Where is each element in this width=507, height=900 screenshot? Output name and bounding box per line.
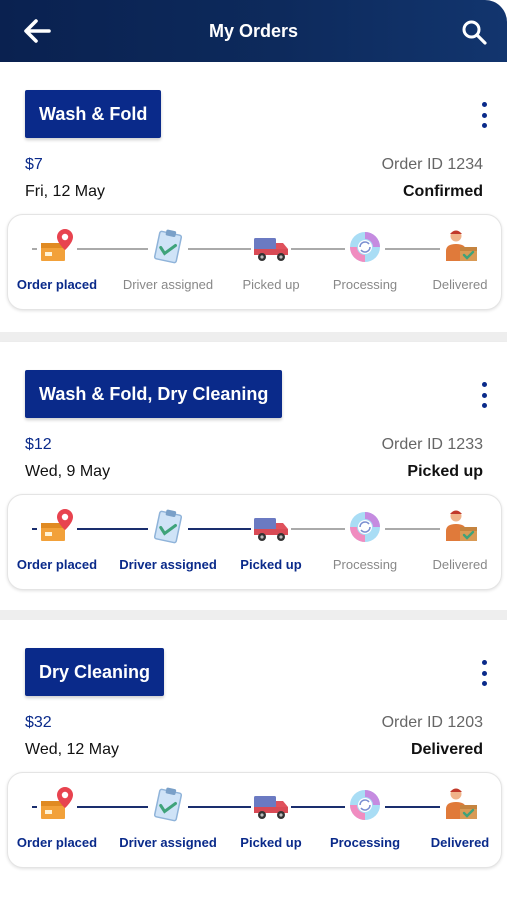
progress-step-label: Order placed bbox=[16, 557, 98, 572]
orders-screen: My Orders Wash & Fold $7 Order ID 1234 F… bbox=[0, 0, 507, 900]
progress-step: Processing bbox=[310, 507, 420, 572]
washing-cycle-icon bbox=[345, 785, 385, 825]
order-date: Wed, 9 May bbox=[25, 463, 111, 480]
order-price: $12 bbox=[25, 436, 52, 453]
progress-step: Processing bbox=[310, 785, 420, 850]
progress-step-label: Picked up bbox=[240, 835, 302, 850]
progress-step-label: Processing bbox=[329, 835, 401, 850]
service-label: Wash & Fold, Dry Cleaning bbox=[39, 383, 269, 404]
progress-step: Processing bbox=[310, 227, 420, 292]
more-options-icon[interactable] bbox=[477, 102, 491, 128]
order-id: Order ID 1233 bbox=[381, 436, 483, 453]
progress-step-label: Delivered bbox=[432, 557, 488, 572]
progress-step: Order placed bbox=[2, 227, 112, 292]
order-status: Picked up bbox=[407, 463, 483, 480]
location-box-icon bbox=[37, 785, 77, 825]
page-title: My Orders bbox=[208, 20, 299, 41]
service-button[interactable]: Wash & Fold bbox=[25, 90, 162, 138]
delivery-truck-icon bbox=[251, 227, 291, 267]
progress-step-label: Driver assigned bbox=[119, 557, 217, 572]
progress-step: Delivered bbox=[405, 227, 507, 292]
order-date: Wed, 12 May bbox=[25, 741, 119, 758]
delivery-truck-icon bbox=[251, 785, 291, 825]
progress-step: Order placed bbox=[2, 785, 112, 850]
washing-cycle-icon bbox=[345, 227, 385, 267]
service-button[interactable]: Dry Cleaning bbox=[25, 648, 165, 696]
progress-step: Driver assigned bbox=[113, 785, 223, 850]
progress-step-label: Picked up bbox=[242, 277, 300, 292]
progress-step-label: Processing bbox=[332, 277, 398, 292]
clipboard-check-icon bbox=[148, 227, 188, 267]
order-card[interactable]: Wash & Fold $7 Order ID 1234 Fri, 12 May… bbox=[0, 62, 507, 332]
progress-step: Delivered bbox=[405, 785, 507, 850]
search-icon[interactable] bbox=[461, 19, 487, 45]
progress-step: Order placed bbox=[2, 507, 112, 572]
progress-step-label: Driver assigned bbox=[119, 835, 217, 850]
order-status: Delivered bbox=[410, 741, 483, 758]
order-price: $32 bbox=[25, 714, 52, 731]
progress-step: Delivered bbox=[405, 507, 507, 572]
location-box-icon bbox=[37, 227, 77, 267]
washing-cycle-icon bbox=[345, 507, 385, 547]
order-progress-tracker: Order placed Driver assigned Picked up Proc… bbox=[7, 214, 502, 310]
clipboard-check-icon bbox=[148, 785, 188, 825]
progress-step-label: Delivered bbox=[432, 277, 488, 292]
order-id: Order ID 1234 bbox=[381, 156, 483, 173]
more-options-icon[interactable] bbox=[477, 660, 491, 686]
delivery-person-icon bbox=[440, 785, 480, 825]
service-label: Dry Cleaning bbox=[39, 661, 151, 682]
progress-step-label: Driver assigned bbox=[122, 277, 214, 292]
more-options-icon[interactable] bbox=[477, 382, 491, 408]
location-box-icon bbox=[37, 507, 77, 547]
progress-step-label: Processing bbox=[332, 557, 398, 572]
order-date: Fri, 12 May bbox=[25, 183, 106, 200]
order-progress-tracker: Order placed Driver assigned Picked up Proc… bbox=[7, 494, 502, 590]
app-bar: My Orders bbox=[0, 0, 507, 62]
order-progress-tracker: Order placed Driver assigned Picked up Proc… bbox=[7, 772, 502, 868]
delivery-person-icon bbox=[440, 227, 480, 267]
clipboard-check-icon bbox=[148, 507, 188, 547]
service-label: Wash & Fold bbox=[39, 103, 148, 124]
progress-step: Driver assigned bbox=[113, 507, 223, 572]
progress-step-label: Order placed bbox=[16, 277, 98, 292]
order-card[interactable]: Dry Cleaning $32 Order ID 1203 Wed, 12 M… bbox=[0, 620, 507, 900]
card-separator bbox=[0, 610, 507, 620]
order-card[interactable]: Wash & Fold, Dry Cleaning $12 Order ID 1… bbox=[0, 342, 507, 610]
card-separator bbox=[0, 332, 507, 342]
service-button[interactable]: Wash & Fold, Dry Cleaning bbox=[25, 370, 283, 418]
arrow-left-icon[interactable] bbox=[22, 17, 52, 45]
delivery-truck-icon bbox=[251, 507, 291, 547]
order-status: Confirmed bbox=[403, 183, 483, 200]
order-price: $7 bbox=[25, 156, 43, 173]
progress-step: Driver assigned bbox=[113, 227, 223, 292]
progress-step-label: Delivered bbox=[430, 835, 490, 850]
progress-step-label: Order placed bbox=[16, 835, 98, 850]
order-id: Order ID 1203 bbox=[381, 714, 483, 731]
progress-step-label: Picked up bbox=[240, 557, 302, 572]
delivery-person-icon bbox=[440, 507, 480, 547]
